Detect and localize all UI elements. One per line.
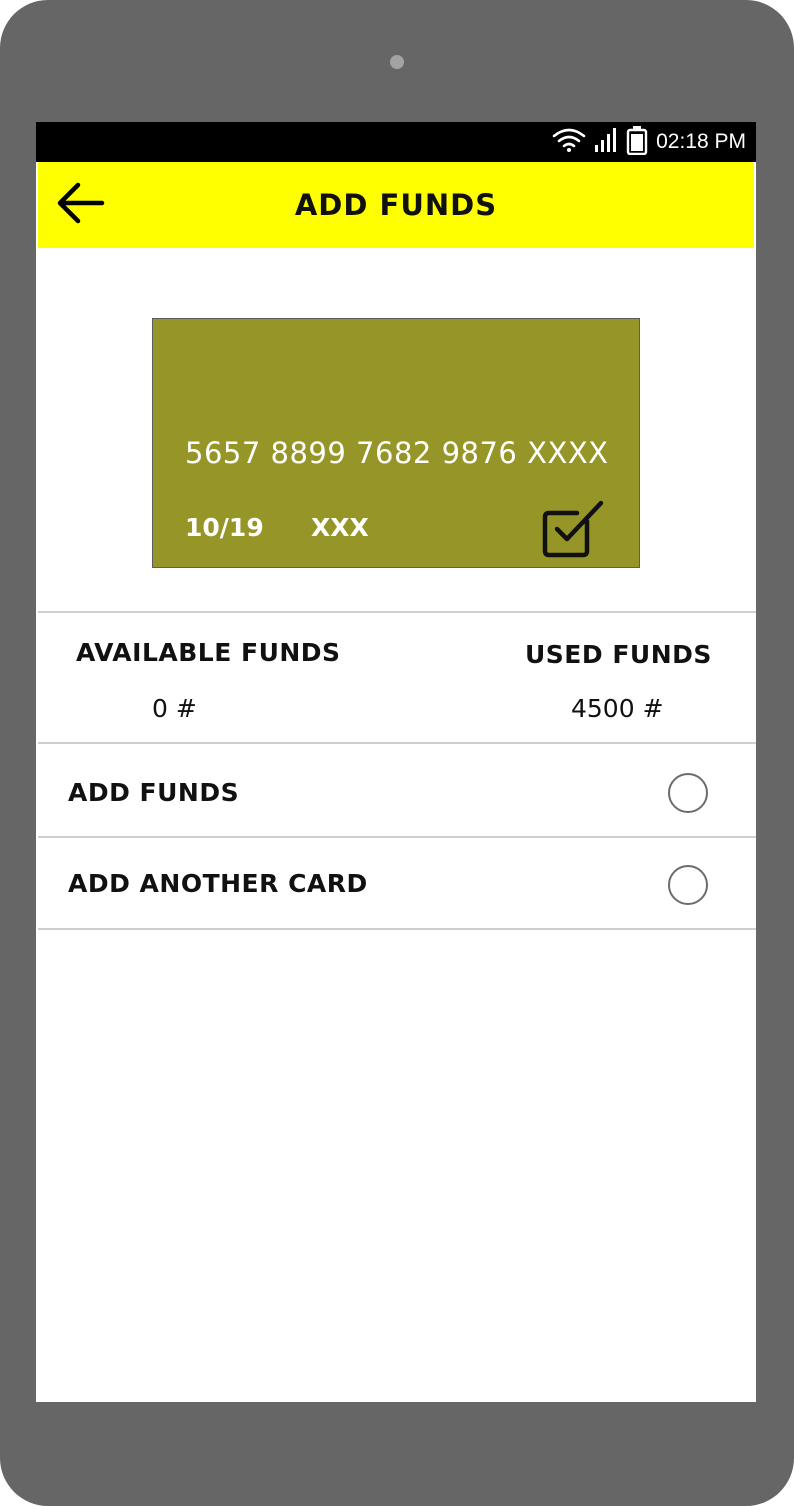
divider [38, 742, 756, 744]
add-funds-radio[interactable] [668, 773, 708, 813]
add-funds-option-label: ADD FUNDS [68, 778, 240, 807]
card-expiry: 10/19 [185, 513, 264, 542]
available-funds-label: AVAILABLE FUNDS [76, 638, 341, 667]
status-time: 02:18 PM [656, 130, 746, 153]
camera-dot [390, 55, 404, 69]
credit-card[interactable]: 5657 8899 7682 9876 XXXX 10/19 XXX [152, 318, 640, 568]
available-funds-value: 0 # [152, 694, 197, 723]
status-icons: 02:18 PM [552, 122, 746, 162]
divider [38, 836, 756, 838]
page-title: ADD FUNDS [294, 188, 498, 222]
divider [38, 928, 756, 930]
battery-icon [626, 125, 648, 159]
wifi-icon [552, 127, 586, 157]
used-funds-label: USED FUNDS [525, 640, 712, 669]
app-bar: ADD FUNDS [38, 162, 754, 248]
add-another-card-option-label: ADD ANOTHER CARD [68, 869, 368, 898]
divider [38, 611, 756, 613]
status-bar: 02:18 PM [36, 122, 756, 162]
used-funds-value: 4500 # [571, 694, 664, 723]
card-cvv: XXX [311, 513, 369, 542]
card-number: 5657 8899 7682 9876 XXXX [185, 436, 609, 470]
checkbox-checked-icon[interactable] [541, 499, 607, 561]
add-another-card-radio[interactable] [668, 865, 708, 905]
screen: 02:18 PM ADD FUNDS 5657 8899 7682 9876 X… [36, 122, 756, 1402]
signal-icon [594, 127, 618, 157]
device-frame: 02:18 PM ADD FUNDS 5657 8899 7682 9876 X… [0, 0, 794, 1506]
